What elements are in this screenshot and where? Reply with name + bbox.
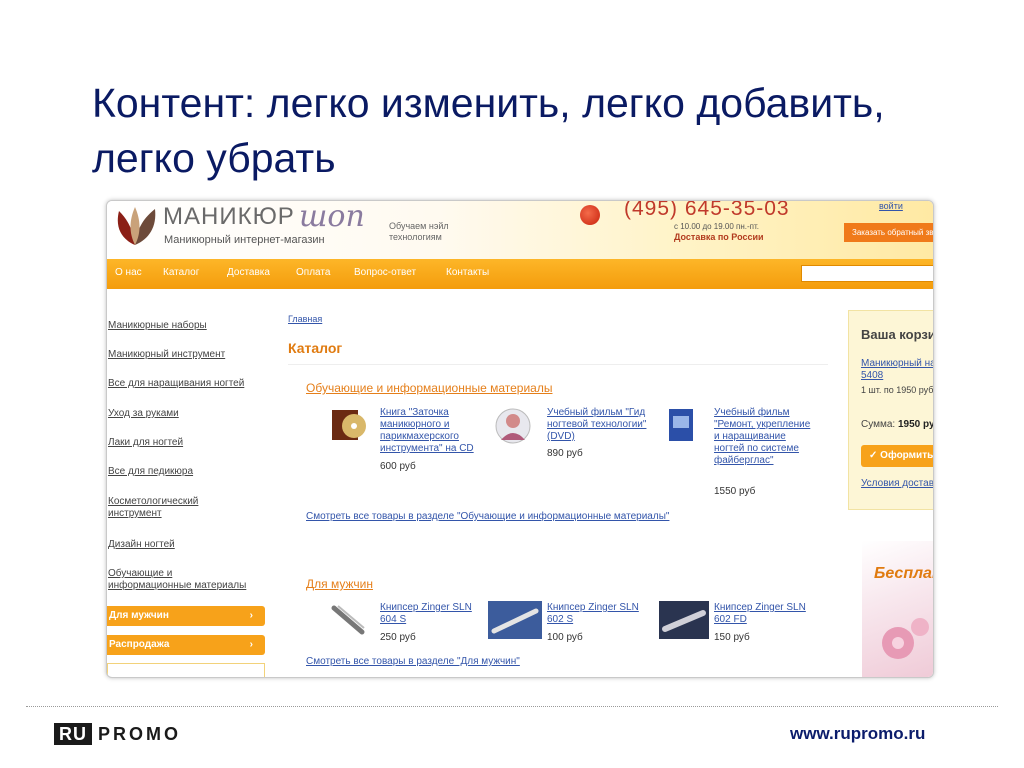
site-search-input[interactable] <box>801 265 933 282</box>
rupromo-logo-promo: PROMO <box>98 724 182 744</box>
promo-text: Бесплатно <box>874 565 933 582</box>
product-name[interactable]: Книпсер Zinger SLN 604 S <box>380 602 485 626</box>
video-box-thumbnail-icon <box>669 409 693 441</box>
tagline-line-1: Обучаем нэйл <box>389 221 449 231</box>
cart-title: Ваша корзина <box>861 327 933 342</box>
product-price: 250 руб <box>380 632 416 643</box>
product-name[interactable]: Книпсер Zinger SLN 602 FD <box>714 602 819 626</box>
product-price: 1550 руб <box>714 486 756 497</box>
footer-url[interactable]: www.rupromo.ru <box>790 724 925 744</box>
catalog-divider <box>288 364 828 365</box>
orchid-flower-icon <box>882 618 929 659</box>
left-menu-item[interactable]: Косметологический инструмент <box>108 496 218 520</box>
left-menu-sale-label: Распродажа <box>109 639 170 650</box>
catalog-title: Каталог <box>288 340 343 356</box>
order-call-button[interactable]: Заказать обратный звонок <box>844 223 933 242</box>
site-phone: (495) 645-35-03 <box>624 200 790 220</box>
left-menu-item[interactable]: Обучающие и информационные материалы <box>108 568 258 592</box>
nav-item-delivery[interactable]: Доставка <box>227 267 270 278</box>
checkout-label: Оформить <box>880 450 934 461</box>
slide-title-line-1: Контент: легко изменить, легко добавить, <box>92 80 885 126</box>
phone-icon <box>580 205 600 225</box>
promo-banner[interactable]: Бесплатно <box>862 541 933 677</box>
product-price: 890 руб <box>547 448 583 459</box>
slide-title-line-2: легко убрать <box>92 135 336 181</box>
cd-book-thumbnail-icon <box>332 410 366 440</box>
product-name[interactable]: Учебный фильм "Ремонт, укрепление и нара… <box>714 407 814 467</box>
cart-item-link[interactable]: Маникюрный набор 5408 <box>861 358 933 382</box>
product-name[interactable]: Учебный фильм "Гид ногтевой технологии" … <box>547 407 647 443</box>
site-logo-subtitle: Маникюрный интернет-магазин <box>164 234 325 246</box>
cart-quantity: 1 шт. по 1950 руб <box>861 385 934 395</box>
site-delivery[interactable]: Доставка по России <box>674 232 764 242</box>
nav-item-faq[interactable]: Вопрос-ответ <box>354 267 416 278</box>
left-menu-item[interactable]: Маникюрные наборы <box>108 320 268 332</box>
cart-sum-label: Сумма: <box>861 419 896 430</box>
site-tagline: Обучаем нэйл технологиям <box>389 221 449 243</box>
tagline-line-2: технологиям <box>389 232 442 242</box>
nav-item-contacts[interactable]: Контакты <box>446 267 489 278</box>
product-price: 600 руб <box>380 461 416 472</box>
site-hours: с 10.00 до 19.00 пн.-пт. <box>674 222 760 231</box>
login-link[interactable]: войти <box>879 201 903 211</box>
chevron-right-icon: › <box>249 639 253 650</box>
left-menu-item[interactable]: Все для наращивания ногтей <box>108 378 268 390</box>
left-menu-item[interactable]: Дизайн ногтей <box>108 539 268 551</box>
cart-sum: Сумма: 1950 руб <box>861 419 934 430</box>
left-menu-sale-button[interactable]: Распродажа › <box>107 635 265 655</box>
left-menu-men-label: Для мужчин <box>109 610 169 621</box>
dvd-thumbnail-icon <box>495 408 531 444</box>
left-menu-men-button[interactable]: Для мужчин › <box>107 606 265 626</box>
see-all-men-link[interactable]: Смотреть все товары в разделе "Для мужчи… <box>306 656 520 667</box>
cart-panel: Ваша корзина Маникюрный набор 5408 1 шт.… <box>848 310 934 510</box>
left-menu-item[interactable]: Лаки для ногтей <box>108 437 268 449</box>
site-logo-script: шоп <box>299 200 365 234</box>
checkout-button[interactable]: ✓ Оформить <box>861 445 934 467</box>
left-menu-item[interactable]: Маникюрный инструмент <box>108 349 268 361</box>
see-all-education-link[interactable]: Смотреть все товары в разделе "Обучающие… <box>306 511 669 522</box>
product-price: 150 руб <box>714 632 750 643</box>
nav-item-payment[interactable]: Оплата <box>296 267 330 278</box>
rupromo-logo: RU PROMO <box>54 723 181 745</box>
product-price: 100 руб <box>547 632 583 643</box>
cart-sum-value: 1950 руб <box>897 419 934 430</box>
nav-item-about[interactable]: О нас <box>115 267 142 278</box>
nav-item-catalog[interactable]: Каталог <box>163 267 199 278</box>
left-menu-item[interactable]: Уход за руками <box>108 408 268 420</box>
cart-item-line-2: 5408 <box>861 370 884 381</box>
slide-title: Контент: легко изменить, легко добавить,… <box>92 76 992 186</box>
site-navbar: О нас Каталог Доставка Оплата Вопрос-отв… <box>107 259 933 289</box>
lotus-logo-icon <box>117 207 156 245</box>
product-name[interactable]: Книга "Заточка маникюрного и парикмахерс… <box>380 407 480 455</box>
nail-clipper-thumbnail-icon <box>331 605 365 635</box>
section-title-men[interactable]: Для мужчин <box>306 577 373 591</box>
product-name[interactable]: Книпсер Zinger SLN 602 S <box>547 602 652 626</box>
chevron-right-icon: › <box>249 610 253 621</box>
section-title-education[interactable]: Обучающие и информационные материалы <box>306 381 552 395</box>
breadcrumb[interactable]: Главная <box>288 314 322 324</box>
website-screenshot: МАНИКЮР шоп Маникюрный интернет-магазин … <box>106 200 934 678</box>
left-menu-box <box>107 663 265 677</box>
cart-item-line-1: Маникюрный набор <box>861 358 933 369</box>
site-header: МАНИКЮР шоп Маникюрный интернет-магазин … <box>107 200 933 259</box>
delivery-terms-link[interactable]: Условия доставки <box>861 478 933 489</box>
left-menu-item[interactable]: Все для педикюра <box>108 466 268 478</box>
footer-divider <box>26 706 998 707</box>
nail-clipper-thumbnail-icon <box>488 601 542 639</box>
nail-clipper-thumbnail-icon <box>659 601 709 639</box>
check-icon: ✓ <box>869 450 881 461</box>
rupromo-logo-ru: RU <box>54 723 92 745</box>
site-logo-text: МАНИКЮР <box>163 203 295 230</box>
